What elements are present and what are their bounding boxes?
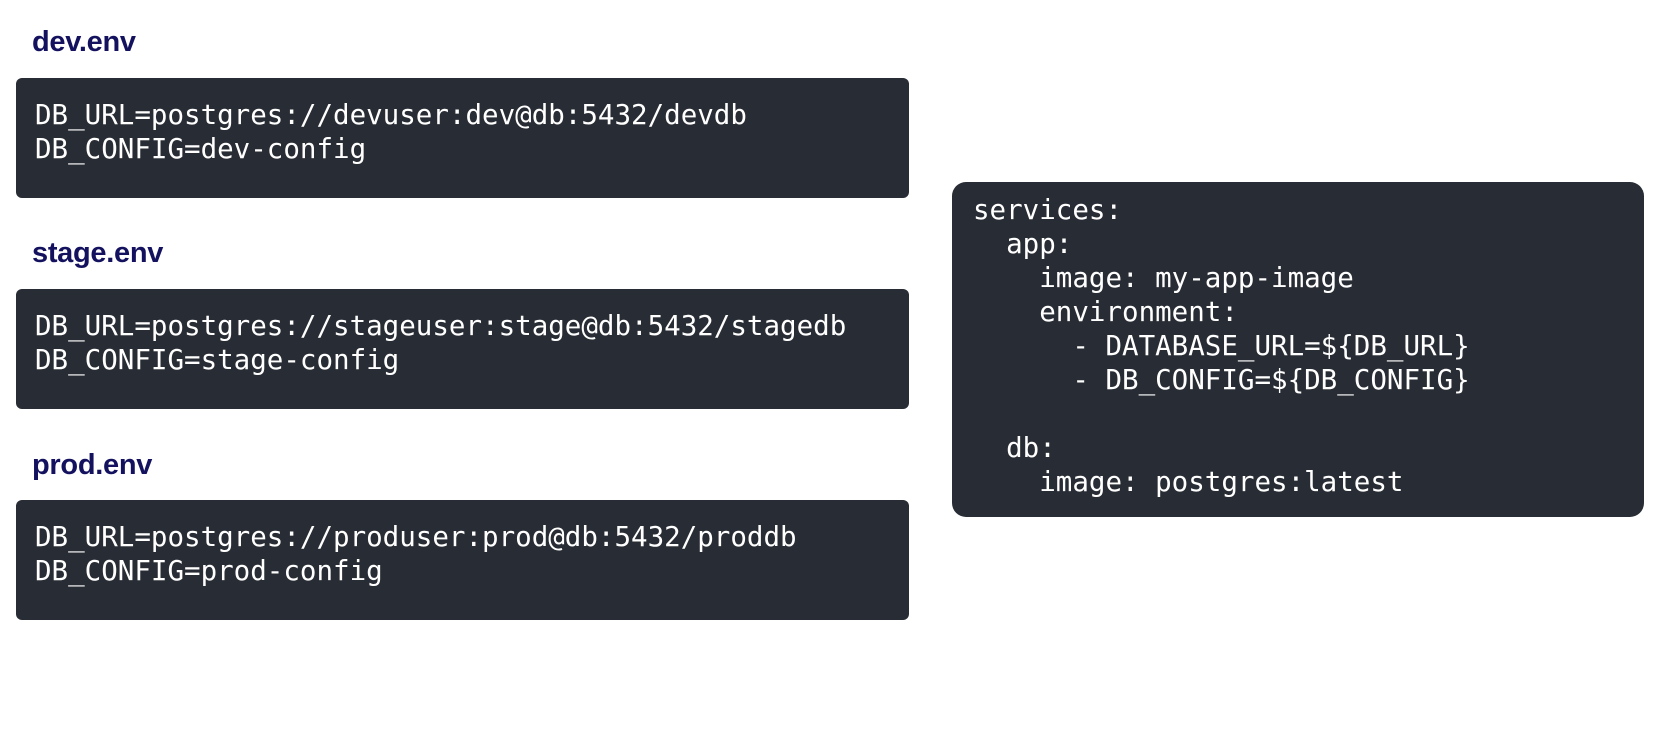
code-line: environment: (973, 296, 1238, 328)
code-line: DB_URL=postgres://stageuser:stage@db:543… (35, 310, 847, 342)
code-line: db: (973, 432, 1056, 464)
env-file-title-dev: dev.env (32, 26, 136, 58)
code-line: image: postgres:latest (973, 466, 1404, 498)
env-code-block-stage: DB_URL=postgres://stageuser:stage@db:543… (16, 289, 909, 409)
code-line: services: (973, 194, 1123, 226)
code-line: - DATABASE_URL=${DB_URL} (973, 330, 1470, 362)
code-line: DB_CONFIG=prod-config (35, 555, 383, 587)
env-file-title-prod: prod.env (32, 449, 153, 481)
code-line: app: (973, 228, 1073, 260)
compose-code-block: services: app: image: my-app-image envir… (952, 182, 1644, 517)
code-line: DB_URL=postgres://produser:prod@db:5432/… (35, 521, 797, 553)
env-code-block-dev: DB_URL=postgres://devuser:dev@db:5432/de… (16, 78, 909, 198)
code-line: image: my-app-image (973, 262, 1354, 294)
code-line: - DB_CONFIG=${DB_CONFIG} (973, 364, 1470, 396)
code-line: DB_URL=postgres://devuser:dev@db:5432/de… (35, 99, 747, 131)
env-code-block-prod: DB_URL=postgres://produser:prod@db:5432/… (16, 500, 909, 620)
code-line: DB_CONFIG=stage-config (35, 344, 400, 376)
env-file-title-stage: stage.env (32, 237, 164, 269)
code-line: DB_CONFIG=dev-config (35, 133, 367, 165)
code-line: ​ (973, 397, 1644, 431)
